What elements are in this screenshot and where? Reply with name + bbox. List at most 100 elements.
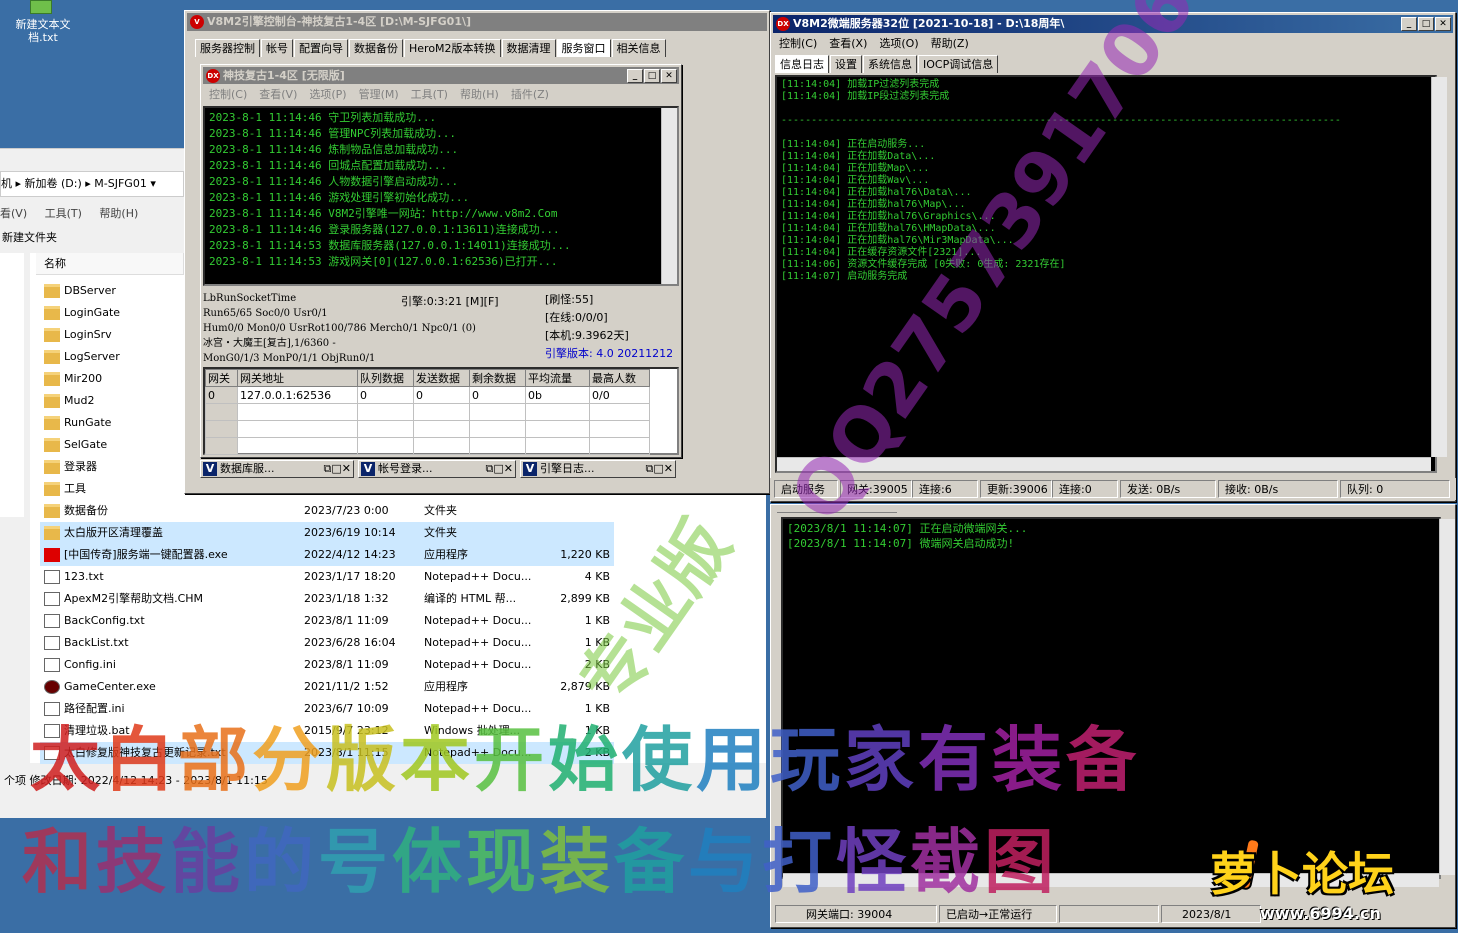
new-folder-button[interactable]: 新建文件夹 bbox=[2, 229, 57, 247]
overlay-char: 装 bbox=[540, 821, 614, 903]
engine-window-titlebar[interactable]: DX 神技复古1-4区 [无限版] _ □ ✕ bbox=[203, 67, 679, 84]
file-row[interactable]: 路径配置.ini 2023/6/7 10:09 Notepad++ Docu... 1… bbox=[40, 698, 614, 720]
txt-icon bbox=[44, 746, 60, 760]
file-row[interactable]: DBServer bbox=[40, 280, 180, 302]
file-row[interactable]: BackList.txt 2023/6/28 16:04 Notepad++ Doc… bbox=[40, 632, 614, 654]
file-row[interactable]: [中国传奇]服务端一键配置器.exe 2022/4/12 14:23 应用程序 1,2… bbox=[40, 544, 614, 566]
minimize-button[interactable]: _ bbox=[627, 69, 643, 83]
tab-server-control[interactable]: 服务器控制 bbox=[195, 39, 260, 57]
window-controls-icon[interactable]: ⧉□✕ bbox=[486, 461, 513, 477]
mini-window-db[interactable]: V 数据库服... ⧉□✕ bbox=[200, 460, 354, 478]
menu-options[interactable]: 选项(O) bbox=[873, 35, 924, 53]
log-line: 2023-8-1 11:14:46 守卫列表加载成功... bbox=[209, 111, 437, 124]
file-row[interactable]: 登录器 bbox=[40, 456, 180, 478]
col-avg-flow[interactable]: 平均流量 bbox=[525, 369, 590, 387]
menu-tools[interactable]: 工具(T) bbox=[405, 86, 454, 104]
file-row[interactable]: SelGate bbox=[40, 434, 180, 456]
menu-help[interactable]: 帮助(Z) bbox=[925, 35, 975, 53]
menu-options[interactable]: 选项(P) bbox=[303, 86, 352, 104]
engine-version: 引擎版本: 4.0 20211212 bbox=[545, 347, 674, 360]
file-row[interactable]: 清理垃圾.bat 2015/9/7 23:12 Windows 批处理... 1 KB bbox=[40, 720, 614, 742]
file-row[interactable]: RunGate bbox=[40, 412, 180, 434]
close-button[interactable]: ✕ bbox=[1435, 17, 1451, 31]
col-max-players[interactable]: 最高人数 bbox=[589, 369, 650, 387]
menu-help[interactable]: 帮助(H) bbox=[454, 86, 505, 104]
tab-related-info[interactable]: 相关信息 bbox=[611, 39, 666, 57]
stat-line: 冰宫・大魔王[复古],1/6360 - bbox=[203, 338, 336, 349]
tab-system-info[interactable]: 系统信息 bbox=[863, 55, 917, 73]
window-controls-icon[interactable]: ⧉□✕ bbox=[324, 461, 351, 477]
file-row[interactable]: 数据备份 2023/7/23 0:00 文件夹 bbox=[40, 500, 614, 522]
window-controls-icon[interactable]: ⧉□✕ bbox=[646, 461, 673, 477]
tab-backup[interactable]: 数据备份 bbox=[349, 39, 403, 57]
col-remaining[interactable]: 剩余数据 bbox=[469, 369, 526, 387]
tab-info-log[interactable]: 信息日志 bbox=[775, 55, 829, 73]
engine-log-scrollbar[interactable] bbox=[661, 108, 677, 284]
file-row[interactable]: 123.txt 2023/1/17 18:20 Notepad++ Docu... 4… bbox=[40, 566, 614, 588]
microgate-log-scrollbar[interactable] bbox=[1431, 77, 1447, 457]
tab-settings[interactable]: 设置 bbox=[830, 55, 862, 73]
file-row[interactable]: 工具 bbox=[40, 478, 180, 500]
gate-log-scrollbar[interactable] bbox=[1439, 519, 1455, 875]
app-icon: DX bbox=[776, 17, 790, 31]
col-gate[interactable]: 网关 bbox=[205, 369, 238, 387]
tab-data-clean[interactable]: 数据清理 bbox=[501, 39, 556, 57]
menu-manage[interactable]: 管理(M) bbox=[353, 86, 405, 104]
menu-tools[interactable]: 工具(T) bbox=[45, 207, 82, 220]
table-row[interactable]: 0 127.0.0.1:62536 0 0 0 0b 0/0 bbox=[205, 386, 650, 404]
tab-account[interactable]: 帐号 bbox=[261, 39, 293, 57]
column-header-name[interactable]: 名称 bbox=[36, 253, 184, 275]
breadcrumb-1[interactable]: 新加卷 (D:) bbox=[25, 177, 82, 190]
tab-herom2-convert[interactable]: HeroM2版本转换 bbox=[404, 39, 501, 57]
tab-iocp-debug[interactable]: IOCP调试信息 bbox=[918, 55, 999, 73]
file-name: ApexM2引擎帮助文档.CHM bbox=[64, 592, 204, 605]
address-bar[interactable]: 机 ▸ 新加卷 (D:) ▸ M-SJFG01 ▾ bbox=[0, 171, 184, 197]
breadcrumb-2[interactable]: M-SJFG01 bbox=[94, 177, 147, 190]
file-row[interactable]: LoginSrv bbox=[40, 324, 180, 346]
file-type: Notepad++ Docu... bbox=[424, 746, 532, 759]
tab-service-window[interactable]: 服务窗口 bbox=[556, 39, 611, 57]
col-queue[interactable]: 队列数据 bbox=[357, 369, 414, 387]
file-row[interactable]: BackConfig.txt 2023/8/1 11:09 Notepad++ Do… bbox=[40, 610, 614, 632]
col-gate-address[interactable]: 网关地址 bbox=[237, 369, 358, 387]
col-sent[interactable]: 发送数据 bbox=[413, 369, 470, 387]
file-date: 2023/6/19 10:14 bbox=[304, 526, 396, 539]
file-row[interactable]: Mir200 bbox=[40, 368, 180, 390]
log-line: [11:14:04] 加载IP过滤列表完成 bbox=[781, 79, 940, 90]
microgate-log-hscrollbar[interactable] bbox=[777, 457, 1431, 471]
maximize-button[interactable]: □ bbox=[1418, 17, 1434, 31]
menu-plugins[interactable]: 插件(Z) bbox=[505, 86, 555, 104]
microgate-titlebar[interactable]: DX V8M2微端服务器32位 [2021-10-18] - D:\18周年\ … bbox=[773, 15, 1453, 33]
file-row[interactable]: Config.ini 2023/8/1 11:09 Notepad++ Docu..… bbox=[40, 654, 614, 676]
maximize-button[interactable]: □ bbox=[644, 69, 660, 83]
menu-help[interactable]: 帮助(H) bbox=[99, 207, 138, 220]
file-row[interactable]: GameCenter.exe 2021/11/2 1:52 应用程序 2,879 KB bbox=[40, 676, 614, 698]
menu-control[interactable]: 控制(C) bbox=[203, 86, 253, 104]
menu-view[interactable]: 查看(X) bbox=[823, 35, 873, 53]
file-row[interactable]: 太白修复版神技复古更新记录.txt 2023/8/1 11:15 Notepad++… bbox=[40, 742, 614, 764]
menu-view[interactable]: 看(V) bbox=[0, 207, 27, 220]
close-button[interactable]: ✕ bbox=[661, 69, 677, 83]
menu-control[interactable]: 控制(C) bbox=[773, 35, 823, 53]
tab-config-wizard[interactable]: 配置向导 bbox=[294, 39, 348, 57]
file-type: Notepad++ Docu... bbox=[424, 636, 532, 649]
file-row[interactable]: LoginGate bbox=[40, 302, 180, 324]
mini-window-login[interactable]: V 帐号登录... ⧉□✕ bbox=[358, 460, 516, 478]
file-name: 路径配置.ini bbox=[64, 702, 125, 715]
status-send: 发送: 0B/s bbox=[1120, 480, 1216, 498]
folder-icon bbox=[44, 460, 60, 474]
file-type: 文件夹 bbox=[424, 526, 457, 539]
file-name: BackList.txt bbox=[64, 636, 129, 649]
control-window-titlebar[interactable]: V V8M2引擎控制台-神技复古1-4区 [D:\M-SJFG01\] bbox=[187, 13, 767, 31]
file-row[interactable]: LogServer bbox=[40, 346, 180, 368]
file-name: BackConfig.txt bbox=[64, 614, 145, 627]
mini-window-log[interactable]: V 引擎日志... ⧉□✕ bbox=[520, 460, 676, 478]
file-row[interactable]: ApexM2引擎帮助文档.CHM 2023/1/18 1:32 编译的 HTML 帮… bbox=[40, 588, 614, 610]
menu-view[interactable]: 查看(V) bbox=[253, 86, 303, 104]
minimize-button[interactable]: _ bbox=[1401, 17, 1417, 31]
desktop-icon[interactable]: 新建文本文档.txt bbox=[8, 0, 78, 46]
file-row[interactable]: Mud2 bbox=[40, 390, 180, 412]
file-row[interactable]: 太白版开区清理覆盖 2023/6/19 10:14 文件夹 bbox=[40, 522, 614, 544]
breadcrumb-0[interactable]: 机 bbox=[1, 177, 12, 190]
start-service-button[interactable]: 启动服务 bbox=[774, 480, 838, 498]
